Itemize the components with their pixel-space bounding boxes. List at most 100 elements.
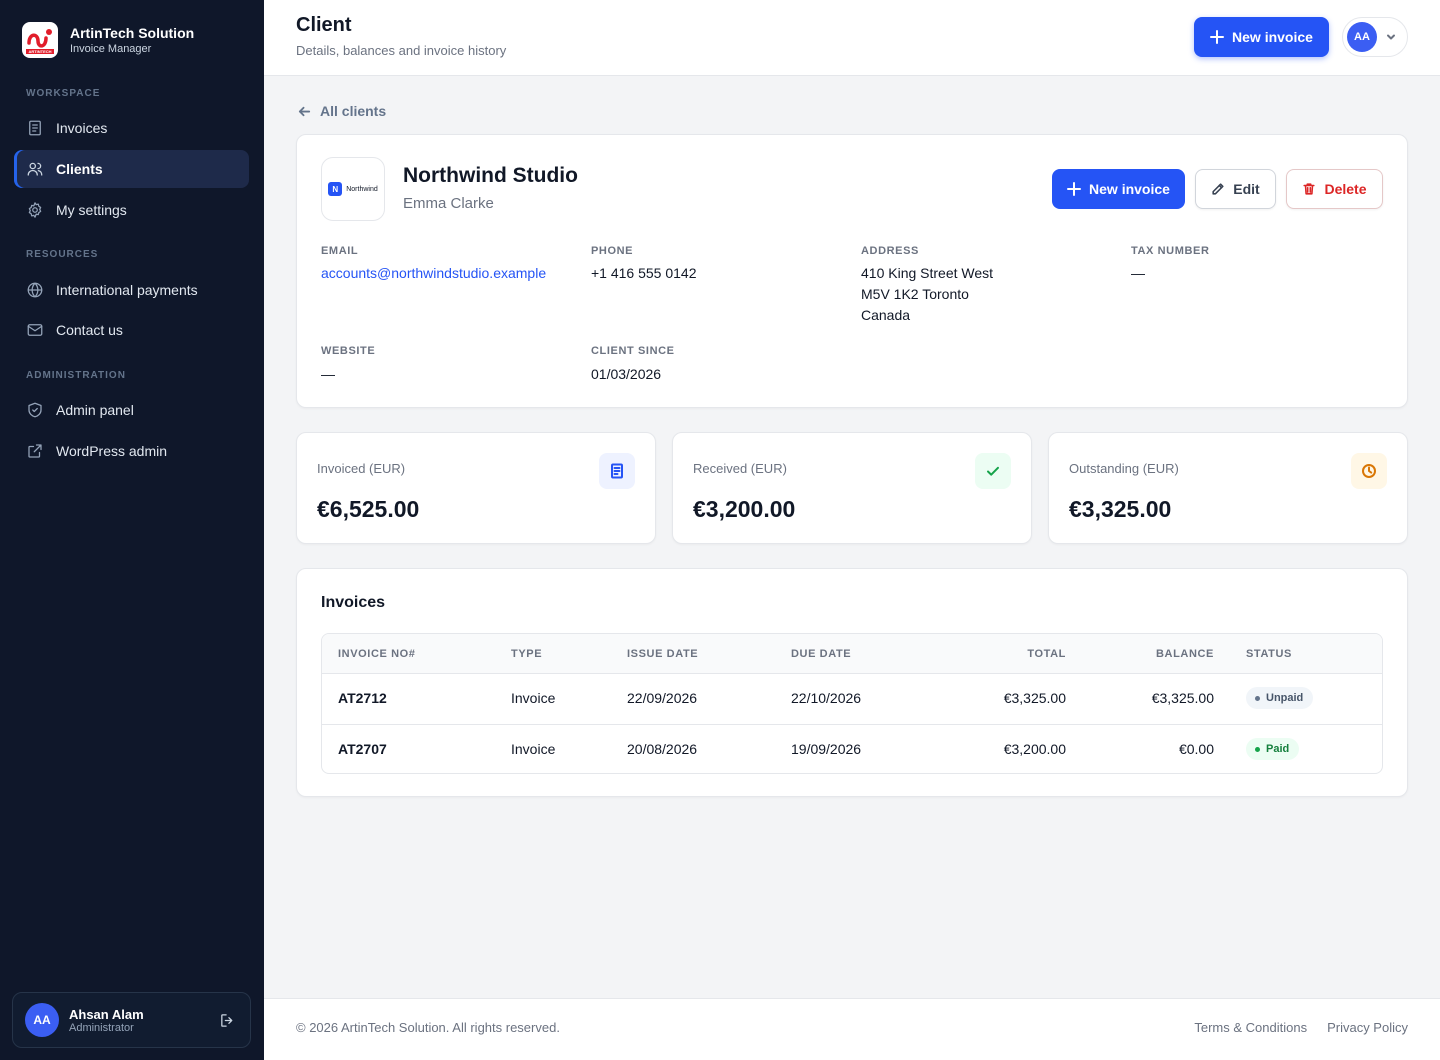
invoices-card: Invoices INVOICE NO# TYPE ISSUE DATE DUE…	[296, 568, 1408, 797]
email-label: EMAIL	[321, 245, 359, 257]
page-footer: © 2026 ArtinTech Solution. All rights re…	[264, 998, 1440, 1060]
stat-label: Outstanding (EUR)	[1069, 461, 1179, 476]
sidebar-item-label: Contact us	[56, 322, 123, 338]
column-header[interactable]: INVOICE NO#	[338, 648, 416, 660]
column-header[interactable]: TYPE	[511, 648, 542, 660]
invoice-issue-date: 20/08/2026	[627, 741, 698, 757]
delete-label: Delete	[1324, 181, 1367, 197]
invoice-balance: €3,325.00	[1151, 690, 1214, 706]
brand-logo: ARTINTECH	[22, 22, 58, 58]
new-invoice-button[interactable]: New invoice	[1194, 17, 1329, 57]
invoice-number[interactable]: AT2712	[338, 690, 387, 706]
tax-number-label: TAX NUMBER	[1131, 245, 1210, 257]
stat-outstanding-card: Outstanding (EUR) €3,325.00	[1048, 432, 1408, 544]
client-logo-word: Northwind	[346, 185, 378, 193]
delete-client-button[interactable]: Delete	[1286, 169, 1383, 209]
arrow-left-icon	[298, 106, 311, 116]
user-role: Administrator	[69, 1021, 134, 1034]
brand[interactable]: ARTINTECH ArtinTech Solution Invoice Man…	[22, 22, 194, 58]
shield-icon	[28, 402, 42, 418]
sidebar-item-clients[interactable]: Clients	[14, 150, 249, 188]
page-title: Client	[296, 14, 352, 36]
user-menu[interactable]: AA	[1342, 17, 1408, 57]
plus-icon	[1210, 30, 1225, 44]
invoice-issue-date: 22/09/2026	[627, 690, 698, 706]
gear-icon	[28, 202, 42, 218]
mail-icon	[27, 324, 43, 336]
address-line: Canada	[861, 307, 911, 323]
website-label: WEBSITE	[321, 345, 376, 357]
stat-value: €6,525.00	[317, 496, 420, 522]
copyright: © 2026 ArtinTech Solution. All rights re…	[296, 1020, 560, 1035]
sidebar-item-admin-panel[interactable]: Admin panel	[14, 391, 249, 429]
avatar[interactable]: AA	[25, 1003, 59, 1037]
stat-invoiced-card: Invoiced (EUR) €6,525.00	[296, 432, 656, 544]
status-badge: Unpaid	[1246, 687, 1314, 709]
invoice-type: Invoice	[511, 741, 556, 757]
edit-label: Edit	[1233, 181, 1260, 197]
sidebar-item-label: International payments	[56, 282, 198, 298]
logout-button[interactable]	[216, 1009, 238, 1031]
sidebar-item-contact-us[interactable]: Contact us	[14, 311, 249, 349]
invoice-due-date: 19/09/2026	[791, 741, 862, 757]
terms-link[interactable]: Terms & Conditions	[1194, 1020, 1307, 1035]
client-website: —	[321, 366, 335, 382]
client-logo-mark: N	[328, 182, 343, 196]
sidebar-item-settings[interactable]: My settings	[14, 191, 249, 229]
avatar: AA	[1347, 22, 1377, 52]
edit-client-button[interactable]: Edit	[1195, 169, 1276, 209]
receipt-icon	[29, 120, 41, 136]
sidebar-item-label: My settings	[56, 202, 127, 218]
column-header[interactable]: TOTAL	[1027, 648, 1066, 660]
client-logo: N Northwind	[321, 157, 385, 221]
column-header[interactable]: BALANCE	[1156, 648, 1214, 660]
table-row[interactable]: AT2707 Invoice 20/08/2026 19/09/2026 €3,…	[322, 724, 1382, 773]
invoice-type: Invoice	[511, 690, 556, 706]
page-subtitle: Details, balances and invoice history	[296, 43, 507, 58]
client-new-invoice-button[interactable]: New invoice	[1052, 169, 1185, 209]
client-since-label: CLIENT SINCE	[591, 345, 675, 357]
invoices-table: INVOICE NO# TYPE ISSUE DATE DUE DATE TOT…	[321, 633, 1383, 774]
check-icon	[975, 453, 1011, 489]
user-name: Ahsan Alam	[69, 1006, 144, 1022]
stat-received-card: Received (EUR) €3,200.00	[672, 432, 1032, 544]
column-header[interactable]: DUE DATE	[791, 648, 851, 660]
client-name: Northwind Studio	[403, 164, 578, 187]
client-address: 410 King Street West M5V 1K2 Toronto Can…	[861, 263, 993, 326]
client-tax-number: —	[1131, 265, 1145, 281]
back-to-clients-link[interactable]: All clients	[297, 103, 386, 119]
client-details-card: N Northwind Northwind Studio Emma Clarke…	[296, 134, 1408, 408]
invoices-title: Invoices	[321, 594, 386, 611]
document-icon	[599, 453, 635, 489]
invoice-number[interactable]: AT2707	[338, 741, 387, 757]
address-label: ADDRESS	[861, 245, 919, 257]
client-email-link[interactable]: accounts@northwindstudio.example	[321, 263, 546, 284]
status-badge: Paid	[1246, 738, 1300, 760]
privacy-link[interactable]: Privacy Policy	[1327, 1020, 1408, 1035]
invoice-total: €3,200.00	[1003, 741, 1066, 757]
sidebar-item-label: Admin panel	[56, 402, 134, 418]
sidebar-user-card: AA Ahsan Alam Administrator	[12, 992, 251, 1048]
sidebar-item-invoices[interactable]: Invoices	[14, 109, 249, 147]
table-header: INVOICE NO# TYPE ISSUE DATE DUE DATE TOT…	[322, 634, 1382, 674]
client-since-date: 01/03/2026	[591, 366, 662, 382]
logout-icon	[220, 1013, 232, 1027]
status-dot	[1255, 695, 1260, 701]
chevron-down-icon	[1387, 34, 1395, 40]
column-header[interactable]: ISSUE DATE	[627, 648, 698, 660]
sidebar-item-wordpress-admin[interactable]: WordPress admin	[14, 432, 249, 470]
status-label: Paid	[1266, 743, 1290, 755]
sidebar-item-label: Clients	[56, 161, 103, 177]
client-contact-name: Emma Clarke	[403, 195, 494, 212]
invoice-due-date: 22/10/2026	[791, 690, 862, 706]
sidebar-item-international-payments[interactable]: International payments	[14, 271, 249, 309]
stat-value: €3,200.00	[693, 496, 796, 522]
back-link-label: All clients	[320, 103, 387, 119]
address-line: 410 King Street West	[861, 265, 994, 281]
column-header[interactable]: STATUS	[1246, 648, 1292, 660]
stat-value: €3,325.00	[1069, 496, 1172, 522]
new-invoice-label: New invoice	[1232, 29, 1313, 45]
top-header: Client Details, balances and invoice his…	[264, 0, 1440, 76]
invoice-balance: €0.00	[1178, 741, 1214, 757]
table-row[interactable]: AT2712 Invoice 22/09/2026 22/10/2026 €3,…	[322, 674, 1382, 724]
